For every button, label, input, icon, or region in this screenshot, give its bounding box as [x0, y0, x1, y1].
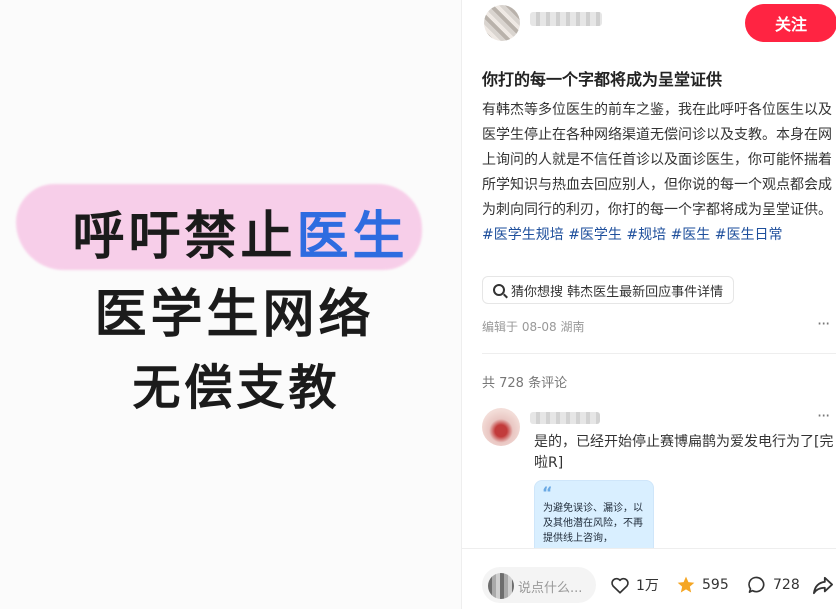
poster-line-1-accent: 医生 [296, 207, 409, 267]
comment-bubble-icon [748, 576, 765, 593]
author-name-blurred[interactable] [530, 12, 602, 26]
star-icon [677, 576, 695, 593]
post-scroll-area[interactable]: 你打的每一个字都将成为呈堂证供 有韩杰等多位医生的前车之鉴，我在此呼吁各位医生以… [462, 48, 836, 548]
related-search-chip[interactable]: 猜你想搜 韩杰医生最新回应事件详情 [482, 276, 735, 304]
comment-image-text: 为避免误诊、漏诊，以及其他潜在风险，不再提供线上咨询， [543, 503, 643, 544]
collect-count: 595 [702, 577, 729, 593]
hashtag[interactable]: #规培 [626, 227, 666, 243]
post-meta: 编辑于 08-08 湖南 [482, 320, 585, 334]
related-search-label: 猜你想搜 韩杰医生最新回应事件详情 [511, 284, 724, 300]
post-body: 有韩杰等多位医生的前车之鉴，我在此呼吁各位医生以及医学生停止在各种网络渠道无偿问… [482, 98, 832, 248]
comment-image[interactable]: “ 为避免误诊、漏诊，以及其他潜在风险，不再提供线上咨询， [534, 480, 654, 548]
like-button[interactable]: 1万 [610, 575, 659, 595]
post-body-text: 有韩杰等多位医生的前车之鉴，我在此呼吁各位医生以及医学生停止在各种网络渠道无偿问… [482, 102, 832, 218]
post-detail-panel: 关注 你打的每一个字都将成为呈堂证供 有韩杰等多位医生的前车之鉴，我在此呼吁各位… [461, 0, 836, 609]
commenter-avatar[interactable] [482, 408, 520, 446]
comment-count-bottom: 728 [773, 577, 800, 593]
poster-line-3: 无偿支教 [132, 360, 341, 416]
comment-text: 是的，已经开始停止赛博扁鹊为爱发电行为了[完啦R] [534, 434, 834, 471]
collect-button[interactable]: 595 [676, 575, 729, 595]
hashtag[interactable]: #医学生 [568, 227, 622, 243]
quote-mark-icon: “ [542, 483, 553, 502]
poster-line-1: 呼吁禁止医生 [10, 194, 471, 269]
hashtag[interactable]: #医学生规培 [482, 227, 564, 243]
commenter-name-blurred[interactable] [530, 412, 600, 424]
post-image: 呼吁禁止医生 医学生网络 无偿支教 [0, 0, 461, 609]
like-count: 1万 [636, 578, 659, 594]
share-button[interactable] [812, 575, 836, 595]
divider [482, 353, 836, 354]
share-icon [813, 576, 833, 595]
comment-count: 共 728 条评论 [482, 376, 568, 391]
my-avatar [488, 573, 514, 599]
comment-button[interactable]: 728 [747, 575, 800, 595]
comment-more-icon[interactable]: ··· [817, 406, 830, 425]
hashtag[interactable]: #医生日常 [715, 227, 783, 243]
comment-input-placeholder: 说点什么... [518, 581, 583, 596]
author-bar: 关注 [462, 0, 836, 48]
poster-line-1-prefix: 呼吁禁止 [72, 207, 297, 267]
post-title: 你打的每一个字都将成为呈堂证供 [482, 70, 723, 89]
heart-icon [611, 577, 629, 594]
search-icon [493, 284, 505, 296]
engagement-bar: 说点什么... 1万 595 728 [462, 548, 836, 609]
author-avatar[interactable] [484, 5, 520, 41]
follow-button[interactable]: 关注 [745, 4, 836, 42]
more-options-icon[interactable]: ··· [817, 314, 830, 333]
post-image-panel[interactable]: 呼吁禁止医生 医学生网络 无偿支教 [0, 0, 461, 609]
poster-line-2: 医学生网络 [94, 285, 375, 345]
hashtag[interactable]: #医生 [671, 227, 711, 243]
